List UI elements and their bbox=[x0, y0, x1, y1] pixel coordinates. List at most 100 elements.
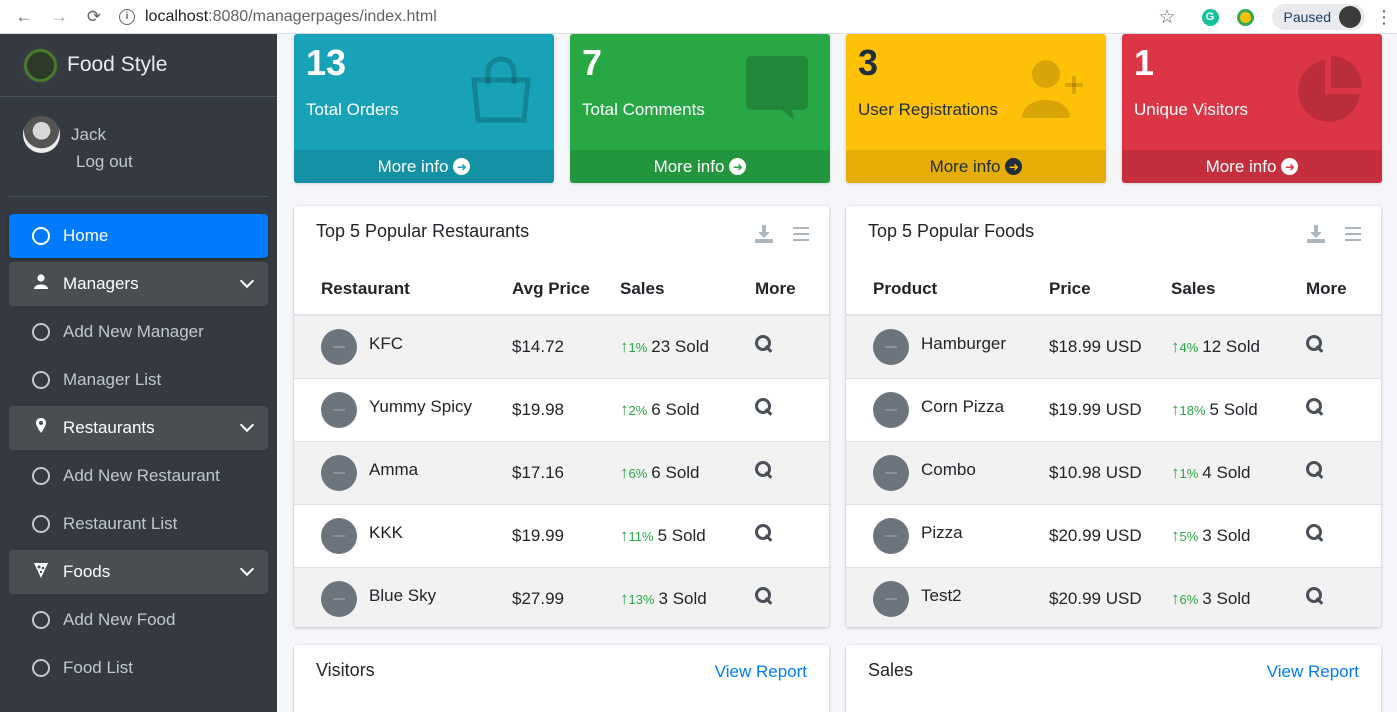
sidebar-item-label: Restaurant List bbox=[63, 514, 178, 533]
sidebar-item-add-restaurant[interactable]: Add New Restaurant bbox=[9, 454, 268, 498]
search-icon[interactable] bbox=[1306, 335, 1324, 353]
sidebar: Food Style Jack Log out Home Managers Ad… bbox=[0, 34, 277, 712]
bookmark-star-icon[interactable]: ☆ bbox=[1158, 6, 1175, 29]
address-bar[interactable]: i localhost:8080/managerpages/index.html bbox=[119, 8, 437, 26]
table-row: Yummy Spicy $19.98 ↑2% 6 Sold bbox=[294, 377, 829, 441]
stat-box-total-comments: 7 Total Comments More info ➜ bbox=[570, 34, 830, 183]
food-name: Combo bbox=[921, 460, 976, 479]
search-icon[interactable] bbox=[755, 587, 773, 605]
sidebar-item-home[interactable]: Home bbox=[9, 214, 268, 258]
arrow-up-icon: ↑ bbox=[1171, 588, 1180, 608]
food-thumbnail bbox=[873, 580, 909, 617]
sidebar-item-manager-list[interactable]: Manager List bbox=[9, 358, 268, 402]
back-button[interactable]: ← bbox=[13, 6, 35, 28]
arrow-up-icon: ↑ bbox=[1171, 399, 1180, 419]
sidebar-group-restaurants[interactable]: Restaurants bbox=[9, 406, 268, 450]
arrow-up-icon: ↑ bbox=[1171, 525, 1180, 545]
circle-icon bbox=[32, 227, 50, 245]
restaurant-name: Amma bbox=[369, 460, 419, 479]
search-icon[interactable] bbox=[755, 524, 773, 542]
arrow-circle-right-icon: ➜ bbox=[729, 158, 747, 175]
search-icon[interactable] bbox=[1306, 398, 1324, 416]
restaurant-thumbnail bbox=[321, 328, 357, 365]
stat-label: Total Comments bbox=[582, 100, 705, 119]
search-icon[interactable] bbox=[1306, 524, 1324, 542]
search-icon[interactable] bbox=[755, 398, 773, 416]
table-row: Corn Pizza $19.99 USD ↑18% 5 Sold bbox=[846, 377, 1381, 441]
sold-count: 12 Sold bbox=[1202, 336, 1260, 356]
card-title: Top 5 Popular Restaurants bbox=[316, 221, 530, 241]
stat-label: Total Orders bbox=[306, 100, 399, 119]
table-row: Combo $10.98 USD ↑1% 4 Sold bbox=[846, 440, 1381, 504]
arrow-circle-right-icon: ➜ bbox=[1005, 158, 1023, 175]
browser-menu-icon[interactable]: ⋮ bbox=[1375, 7, 1393, 28]
brand-link[interactable]: Food Style bbox=[0, 34, 277, 97]
food-thumbnail bbox=[873, 391, 909, 428]
sold-count: 4 Sold bbox=[1202, 462, 1251, 482]
food-thumbnail bbox=[873, 454, 909, 491]
sidebar-group-managers[interactable]: Managers bbox=[9, 262, 268, 306]
sidebar-item-add-food[interactable]: Add New Food bbox=[9, 598, 268, 642]
search-icon[interactable] bbox=[1306, 461, 1324, 479]
view-report-link[interactable]: View Report bbox=[715, 662, 807, 682]
bars-menu-icon[interactable] bbox=[793, 227, 809, 241]
view-report-link[interactable]: View Report bbox=[1267, 662, 1359, 682]
card-title: Visitors bbox=[316, 660, 375, 680]
bars-menu-icon[interactable] bbox=[1345, 227, 1361, 241]
site-info-icon[interactable]: i bbox=[119, 8, 135, 25]
restaurant-name: KKK bbox=[369, 523, 404, 542]
avg-price: $14.72 bbox=[512, 314, 620, 378]
sidebar-item-add-manager[interactable]: Add New Manager bbox=[9, 310, 268, 354]
paused-label: Paused bbox=[1283, 9, 1331, 25]
stat-label: Unique Visitors bbox=[1134, 100, 1249, 119]
sidebar-item-food-list[interactable]: Food List bbox=[9, 646, 268, 690]
sidebar-item-label: Add New Food bbox=[63, 610, 176, 629]
more-info-link[interactable]: More info ➜ bbox=[846, 150, 1106, 183]
sidebar-item-restaurant-list[interactable]: Restaurant List bbox=[9, 502, 268, 546]
reload-button[interactable]: ⟳ bbox=[83, 6, 105, 28]
stat-box-unique-visitors: 1 Unique Visitors More info ➜ bbox=[1122, 34, 1382, 183]
food-name: Hamburger bbox=[921, 334, 1007, 354]
search-icon[interactable] bbox=[755, 335, 773, 353]
table-row: Pizza $20.99 USD ↑5% 3 Sold bbox=[846, 503, 1381, 567]
grammarly-extension-icon[interactable]: G bbox=[1201, 8, 1219, 26]
more-info-link[interactable]: More info ➜ bbox=[570, 150, 830, 183]
download-icon[interactable] bbox=[1307, 225, 1325, 243]
user-avatar bbox=[23, 116, 60, 153]
sidebar-item-label: Restaurants bbox=[63, 418, 155, 437]
sidebar-item-label: Add New Restaurant bbox=[63, 466, 220, 485]
visitors-card: Visitors View Report bbox=[294, 645, 829, 712]
sold-count: 5 Sold bbox=[657, 525, 706, 545]
sidebar-group-foods[interactable]: Foods bbox=[9, 550, 268, 594]
avg-price: $19.98 bbox=[512, 377, 620, 441]
download-icon[interactable] bbox=[755, 225, 773, 243]
column-header: More bbox=[755, 263, 829, 316]
forward-button[interactable]: → bbox=[48, 6, 70, 28]
table-row: Blue Sky $27.99 ↑13% 3 Sold bbox=[294, 566, 829, 627]
sold-count: 3 Sold bbox=[1202, 525, 1251, 545]
extension-icon[interactable] bbox=[1236, 8, 1254, 26]
arrow-up-icon: ↑ bbox=[620, 336, 629, 356]
sidebar-item-label: Manager List bbox=[63, 370, 162, 389]
food-name: Test2 bbox=[921, 586, 962, 606]
user-name[interactable]: Jack bbox=[71, 125, 106, 145]
trend-up: ↑13% bbox=[620, 588, 655, 608]
profile-paused-button[interactable]: Paused bbox=[1271, 4, 1365, 30]
search-icon[interactable] bbox=[1306, 587, 1324, 605]
table-row: Hamburger $18.99 USD ↑4% 12 Sold bbox=[846, 314, 1381, 378]
logout-link[interactable]: Log out bbox=[76, 152, 133, 172]
more-info-link[interactable]: More info ➜ bbox=[294, 150, 554, 183]
circle-icon bbox=[32, 515, 50, 533]
browser-toolbar: ← → ⟳ i localhost:8080/managerpages/inde… bbox=[0, 0, 1397, 34]
url-path: :8080/managerpages/index.html bbox=[208, 7, 437, 25]
column-header: Price bbox=[1049, 263, 1171, 316]
search-icon[interactable] bbox=[755, 461, 773, 479]
sold-count: 3 Sold bbox=[1202, 588, 1251, 608]
circle-icon bbox=[32, 611, 50, 629]
restaurant-thumbnail bbox=[321, 580, 357, 617]
more-info-link[interactable]: More info ➜ bbox=[1122, 150, 1382, 183]
restaurant-name: Yummy Spicy bbox=[369, 397, 472, 416]
foods-table: Product Price Sales More Hamburger $18.9… bbox=[846, 263, 1381, 627]
trend-up: ↑5% bbox=[1171, 525, 1199, 545]
card-title: Top 5 Popular Foods bbox=[868, 221, 1035, 241]
